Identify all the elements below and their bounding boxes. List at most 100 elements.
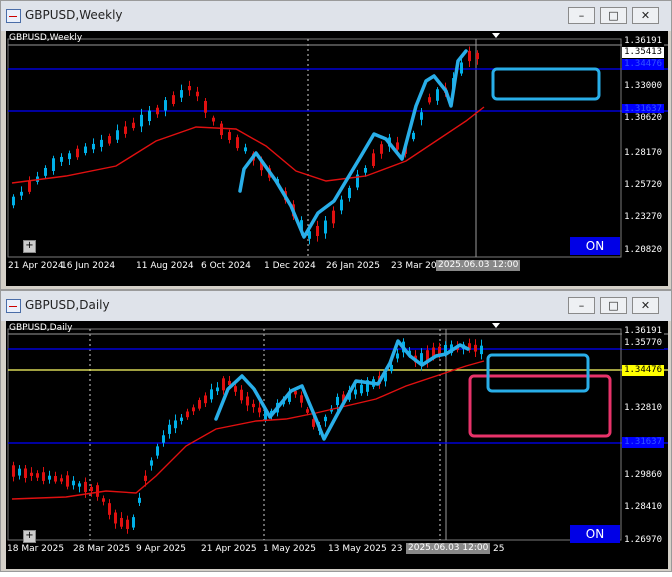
price-axis-label: 1.31637 bbox=[622, 437, 664, 448]
weekly-chart-area[interactable]: GBPUSD,Weekly + ON 1.36191 1.35413 1.34476… bbox=[6, 31, 668, 286]
time-axis-label: 11 Aug 2024 bbox=[136, 261, 194, 271]
price-axis-label: 1.20820 bbox=[622, 245, 664, 256]
price-axis-label: 1.23270 bbox=[622, 212, 664, 223]
plus-icon[interactable]: + bbox=[23, 240, 36, 253]
candle-body bbox=[12, 465, 15, 477]
candle-body bbox=[174, 420, 177, 429]
price-axis-label: 1.28170 bbox=[622, 148, 664, 159]
candle-body bbox=[68, 153, 71, 160]
candle-body bbox=[44, 167, 47, 176]
candle-body bbox=[60, 156, 63, 162]
candle-body bbox=[258, 407, 261, 413]
candle-body bbox=[126, 519, 129, 529]
window-title: GBPUSD,Daily bbox=[25, 298, 110, 312]
candle-body bbox=[18, 468, 21, 476]
candle-body bbox=[114, 512, 117, 524]
candle-body bbox=[156, 446, 159, 456]
candle-body bbox=[228, 132, 231, 140]
candle-body bbox=[180, 90, 183, 98]
candle-body bbox=[172, 95, 175, 105]
candle-body bbox=[354, 389, 357, 395]
window-titlebar[interactable]: GBPUSD,Weekly – □ ✕ bbox=[1, 1, 671, 31]
on-indicator-button[interactable]: ON bbox=[570, 525, 620, 543]
candle-body bbox=[156, 107, 159, 115]
candle-body bbox=[186, 411, 189, 418]
candle-body bbox=[234, 386, 237, 392]
candle-body bbox=[306, 409, 309, 413]
candle-body bbox=[108, 136, 111, 144]
target-zone-box bbox=[486, 353, 590, 393]
target-zone-box bbox=[491, 67, 601, 101]
price-axis-label: 1.32810 bbox=[622, 403, 664, 414]
price-axis-label: 1.30620 bbox=[622, 113, 664, 124]
time-axis-label: 16 Jun 2024 bbox=[61, 261, 116, 271]
candle-body bbox=[364, 167, 367, 173]
candle-body bbox=[220, 123, 223, 136]
weekly-chart-canvas[interactable] bbox=[6, 31, 668, 286]
candle-body bbox=[240, 389, 243, 401]
candle-body bbox=[216, 387, 219, 392]
maximize-button[interactable]: □ bbox=[600, 7, 627, 24]
candle-body bbox=[294, 390, 297, 395]
candle-body bbox=[164, 100, 167, 111]
price-axis-label: 1.34476 bbox=[622, 59, 664, 70]
on-indicator-button[interactable]: ON bbox=[570, 237, 620, 255]
close-button[interactable]: ✕ bbox=[632, 297, 659, 314]
candle-body bbox=[196, 91, 199, 97]
time-axis-label: 1 May 2025 bbox=[263, 544, 316, 554]
time-axis-label: 1 Dec 2024 bbox=[264, 261, 316, 271]
candle-body bbox=[48, 475, 51, 480]
window-title: GBPUSD,Weekly bbox=[25, 8, 123, 22]
minimize-button[interactable]: – bbox=[568, 7, 595, 24]
candle-body bbox=[460, 62, 463, 74]
candle-body bbox=[340, 199, 343, 211]
daily-chart-canvas[interactable] bbox=[6, 321, 668, 569]
candle-body bbox=[78, 483, 81, 487]
candle-body bbox=[236, 137, 239, 149]
candle-body bbox=[116, 130, 119, 140]
plus-icon[interactable]: + bbox=[23, 530, 36, 543]
shift-marker-icon bbox=[492, 33, 500, 38]
candle-body bbox=[316, 225, 319, 237]
candle-body bbox=[372, 153, 375, 166]
price-axis-label: 1.33000 bbox=[622, 81, 664, 92]
candle-body bbox=[30, 472, 33, 476]
time-axis-label: 23 Mar 20 bbox=[391, 261, 437, 271]
candle-body bbox=[468, 50, 471, 62]
time-axis-label: 28 Mar 2025 bbox=[73, 544, 131, 554]
price-axis-label: 1.35770 bbox=[622, 338, 664, 349]
candle-body bbox=[12, 196, 15, 206]
candle-body bbox=[138, 497, 141, 503]
candle-body bbox=[144, 475, 147, 481]
candle-body bbox=[60, 478, 63, 482]
time-axis-label: 25 bbox=[493, 544, 505, 554]
candle-body bbox=[412, 132, 415, 140]
candle-body bbox=[96, 485, 99, 497]
candle-body bbox=[72, 480, 75, 486]
plot-frame bbox=[7, 38, 622, 258]
time-axis-label: 6 Oct 2024 bbox=[201, 261, 251, 271]
chart-window-icon bbox=[6, 299, 21, 313]
close-button[interactable]: ✕ bbox=[632, 7, 659, 24]
candle-body bbox=[480, 345, 483, 355]
time-axis-label: 18 Mar 2025 bbox=[7, 544, 65, 554]
chart-window-icon bbox=[6, 9, 21, 23]
candle-body bbox=[244, 147, 247, 152]
candle-body bbox=[24, 468, 27, 478]
price-axis-label: 1.28410 bbox=[622, 502, 664, 513]
window-titlebar[interactable]: GBPUSD,Daily – □ ✕ bbox=[1, 291, 671, 321]
candle-body bbox=[90, 486, 93, 492]
candle-body bbox=[188, 86, 191, 91]
minimize-button[interactable]: – bbox=[568, 297, 595, 314]
maximize-button[interactable]: □ bbox=[600, 297, 627, 314]
candle-body bbox=[42, 472, 45, 481]
candle-body bbox=[380, 144, 383, 154]
candle-body bbox=[204, 395, 207, 404]
candle-body bbox=[162, 435, 165, 443]
status-strip bbox=[0, 572, 672, 577]
daily-chart-area[interactable]: GBPUSD,Daily + ON 1.36191 1.35770 1.34476 1… bbox=[6, 321, 668, 569]
time-axis-label: 21 Apr 2025 bbox=[201, 544, 257, 554]
candle-body bbox=[28, 181, 31, 192]
candle-body bbox=[120, 517, 123, 527]
candle-body bbox=[52, 158, 55, 171]
